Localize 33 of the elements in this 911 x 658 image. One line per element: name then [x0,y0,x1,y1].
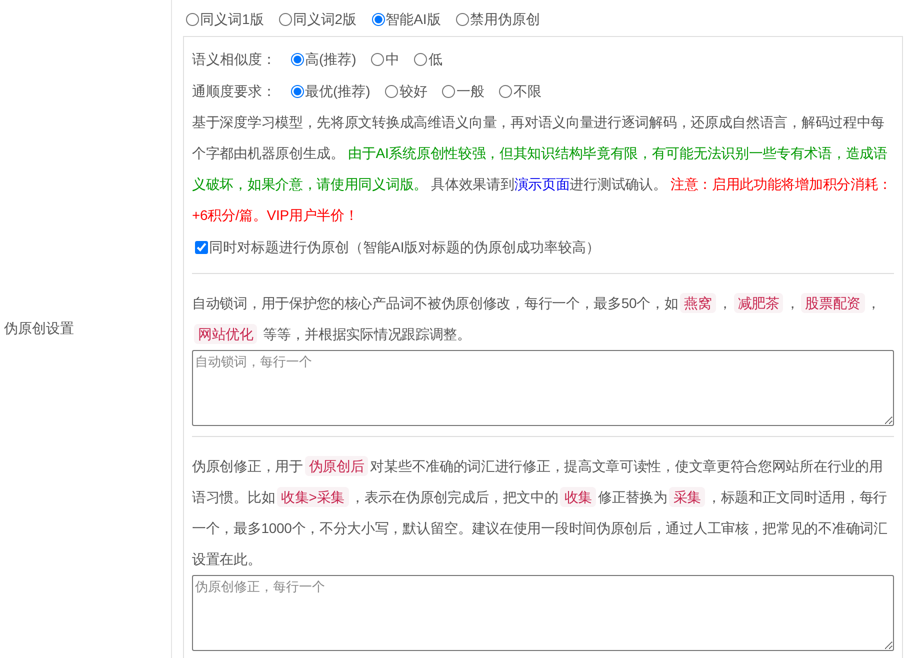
option-label[interactable]: 智能AI版 [386,8,441,30]
radio-button[interactable] [186,12,199,26]
radio-button[interactable] [371,52,384,66]
radio-button[interactable] [442,84,456,98]
lock-words-description: 自动锁词，用于保护您的核心产品词不被伪原创修改，每行一个，最多50个，如 燕窝 ， 减肥茶 ， 股票配资 ， 网站优化 等等，并根据实际情况跟踪调整。 [192,292,882,346]
option-label[interactable]: 禁用伪原创 [470,8,540,30]
option-label[interactable]: 中 [385,43,400,75]
option-label[interactable]: 同义词1版 [200,8,264,30]
radio-button[interactable] [291,52,304,66]
lock-words-field[interactable]: 自动锁词，每行一个 [192,350,894,426]
option-label[interactable]: 高(推荐) [305,43,356,75]
radio-button[interactable] [291,84,304,98]
section-label: 伪原创设置 [3,320,74,338]
option-label[interactable]: 一般 [456,75,484,107]
radio-button[interactable] [456,12,469,26]
option-label[interactable]: 较好 [399,75,428,107]
ai-description-text: 基于深度学习模型，先将原文转换成高维语义向量，再对语义向量进行逐词解码，还原成自然语言，解码过程中每个字都由机器原创生成。 由于AI系统原创性较强，但其知识结构毕竟有限，有可能无法识别一些专有术语，造成语义破坏，如果介意，请使用同义词版。 具体效果请到演示页面进行测试确认。 注意：启用此功能将增加积分消耗：+6积分/篇。VIP用户半价！ [192,113,894,225]
option-label[interactable]: 低 [428,43,442,75]
option-label[interactable]: 不限 [513,75,542,107]
radio-button[interactable] [414,52,428,66]
radio-button[interactable] [278,12,292,26]
option-label[interactable]: 同义词2版 [292,8,357,30]
checkbox[interactable] [195,240,208,254]
demo-page-link[interactable]: 演示页面 [514,176,570,192]
radio-button[interactable] [372,12,385,26]
radio-button[interactable] [385,84,398,98]
radio-button[interactable] [499,84,512,98]
setting-label: 语义相似度： [192,50,276,69]
checkbox-label[interactable]: 同时对标题进行伪原创（智能AI版对标题的伪原创成功率较高） [209,231,600,263]
corrections-field[interactable]: 伪原创修正，每行一个 [192,575,894,651]
option-label[interactable]: 最优(推荐) [305,75,370,107]
setting-label: 通顺度要求： [192,82,276,101]
corrections-description: 伪原创修正，用于 伪原创后 对某些不准确的词汇进行修正，提高文章可读性，使文章更符合您网站所在行业的用语习惯。比如 收集>采集 ，表示在伪原创完成后，把文中的 收集 修正替换为 采集 ，标题和正文同时适用，每行一个，最多1000个，不分大小写，默认留空。建议在使用一段时间伪原创后，通过人工审核，把常见的不准确词汇设置在此。 [192,455,888,569]
